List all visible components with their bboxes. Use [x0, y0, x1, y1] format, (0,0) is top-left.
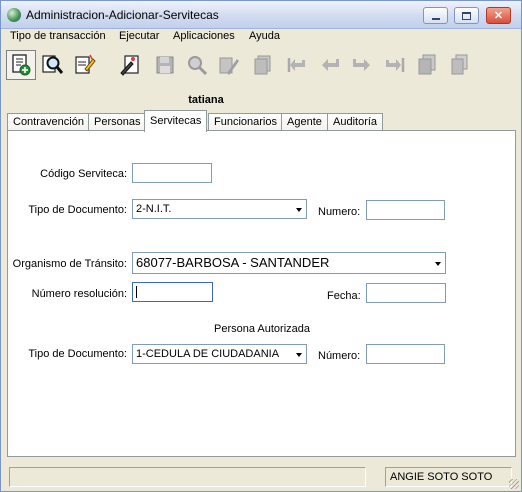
- save-icon: [156, 56, 174, 74]
- report-button[interactable]: [445, 51, 473, 79]
- menu-ejecutar[interactable]: Ejecutar: [119, 30, 159, 42]
- delete-button[interactable]: [215, 51, 243, 79]
- print-icon: [418, 54, 436, 75]
- status-message: [9, 467, 366, 487]
- tipo-documento-label: Tipo de Documento:: [28, 204, 127, 216]
- chevron-down-icon: [296, 208, 302, 212]
- tab-funcionarios[interactable]: Funcionarios: [208, 113, 283, 131]
- menu-aplicaciones[interactable]: Aplicaciones: [173, 30, 235, 42]
- maximize-icon: [462, 11, 471, 20]
- persona-autorizada-heading: Persona Autorizada: [214, 323, 311, 335]
- app-globe-icon: [7, 8, 21, 22]
- status-bar: ANGIE SOTO SOTO: [1, 463, 521, 491]
- edit-icon: [75, 54, 96, 74]
- next-record-icon: [353, 59, 370, 71]
- servitecas-panel: Código Serviteca: Tipo de Documento: 2-N…: [7, 130, 516, 457]
- fecha-input[interactable]: [366, 283, 446, 303]
- persona-tipo-documento-value: 1-CEDULA DE CIUDADANIA: [136, 348, 280, 360]
- organismo-transito-label: Organismo de Tránsito:: [12, 258, 127, 270]
- numero-resolucion-label: Número resolución:: [31, 288, 127, 300]
- edit-document-button[interactable]: [117, 51, 145, 79]
- delete-search-button[interactable]: [183, 51, 211, 79]
- next-record-button[interactable]: [347, 51, 375, 79]
- tab-agente[interactable]: Agente: [281, 113, 328, 131]
- menu-tipo-transaccion[interactable]: Tipo de transacción: [10, 30, 106, 42]
- close-icon: ✕: [493, 10, 504, 22]
- tipo-documento-value: 2-N.I.T.: [136, 203, 172, 215]
- numero-resolucion-input[interactable]: [132, 282, 213, 302]
- maximize-button[interactable]: [454, 7, 479, 24]
- close-button[interactable]: ✕: [486, 7, 511, 24]
- text-caret: [136, 286, 137, 299]
- minimize-icon: [431, 17, 440, 20]
- first-record-icon: [287, 58, 305, 72]
- report-icon: [451, 54, 468, 75]
- delete-search-icon: [188, 56, 208, 76]
- user-name: tatiana: [188, 94, 224, 106]
- new-record-icon: [12, 54, 31, 76]
- persona-tipo-documento-select[interactable]: 1-CEDULA DE CIUDADANIA: [132, 344, 307, 364]
- title-bar[interactable]: Administracion-Adicionar-Servitecas ✕: [1, 1, 521, 29]
- status-user: ANGIE SOTO SOTO: [385, 467, 512, 487]
- organismo-transito-value: 68077-BARBOSA - SANTANDER: [136, 255, 330, 270]
- search-icon: [42, 55, 64, 74]
- copy-icon: [254, 55, 271, 75]
- delete-icon: [219, 57, 239, 75]
- chevron-down-icon: [435, 262, 441, 266]
- menu-ayuda[interactable]: Ayuda: [249, 30, 280, 42]
- tipo-documento-select[interactable]: 2-N.I.T.: [132, 199, 307, 219]
- edit-document-icon: [120, 55, 139, 76]
- persona-numero-label: Número:: [318, 350, 361, 362]
- tab-personas[interactable]: Personas: [88, 113, 147, 131]
- last-record-icon: [386, 58, 405, 72]
- previous-record-button[interactable]: [317, 51, 345, 79]
- toolbar: [1, 47, 521, 87]
- tab-servitecas[interactable]: Servitecas: [144, 110, 208, 132]
- persona-numero-input[interactable]: [366, 344, 445, 364]
- resize-grip[interactable]: [509, 479, 519, 489]
- organismo-transito-select[interactable]: 68077-BARBOSA - SANTANDER: [132, 252, 446, 274]
- search-button[interactable]: [39, 51, 67, 79]
- numero-label: Numero:: [318, 206, 361, 218]
- tab-contravencion[interactable]: Contravención: [7, 113, 90, 131]
- edit-button[interactable]: [71, 51, 99, 79]
- new-record-button[interactable]: [6, 50, 36, 80]
- last-record-button[interactable]: [381, 51, 409, 79]
- persona-tipo-documento-label: Tipo de Documento:: [28, 348, 127, 360]
- save-button[interactable]: [151, 51, 179, 79]
- window-title: Administracion-Adicionar-Servitecas: [26, 8, 219, 22]
- print-button[interactable]: [413, 51, 441, 79]
- app-window: Administracion-Adicionar-Servitecas ✕ Ti…: [0, 0, 522, 492]
- codigo-serviteca-label: Código Serviteca:: [40, 168, 127, 180]
- copy-button[interactable]: [249, 51, 277, 79]
- minimize-button[interactable]: [423, 7, 448, 24]
- menu-bar: Tipo de transacción Ejecutar Aplicacione…: [1, 29, 521, 47]
- numero-input[interactable]: [366, 200, 445, 220]
- first-record-button[interactable]: [283, 51, 311, 79]
- previous-record-icon: [322, 59, 339, 71]
- fecha-label: Fecha:: [327, 290, 361, 302]
- chevron-down-icon: [296, 353, 302, 357]
- tab-auditoria[interactable]: Auditoría: [327, 113, 384, 131]
- codigo-serviteca-input[interactable]: [132, 163, 212, 183]
